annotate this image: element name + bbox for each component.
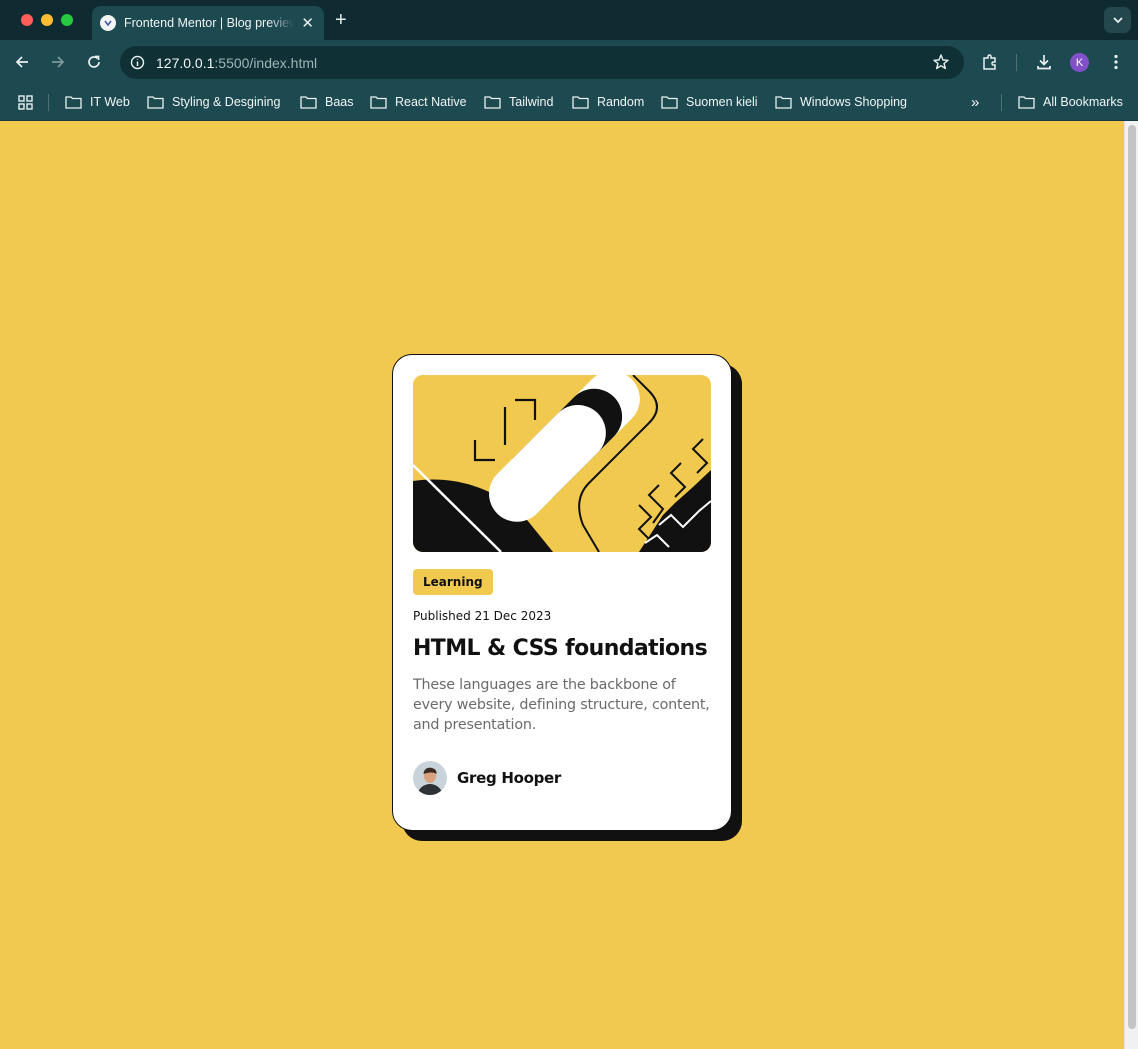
browser-toolbar: 127.0.0.1:5500/index.html K [0,40,1138,84]
bookmark-label: Suomen kieli [686,95,758,109]
folder-icon [484,96,501,109]
bookmarks-overflow-button[interactable]: » [971,92,979,112]
author-row: Greg Hooper [413,761,711,795]
back-button[interactable] [10,50,34,74]
bookmark-label: Random [597,95,645,109]
url-path: :5500/index.html [214,54,318,71]
bookmark-folder-it-web[interactable]: IT Web [65,92,130,112]
page-scrollbar[interactable] [1124,121,1138,1049]
chevron-down-icon [1112,17,1123,24]
bookmark-folder-suomen-kieli[interactable]: Suomen kieli [661,92,758,112]
more-vertical-icon [1114,54,1118,70]
bookmark-folder-random[interactable]: Random [572,92,644,112]
all-bookmarks-button[interactable]: All Bookmarks [1018,92,1123,112]
tab-title: Frontend Mentor | Blog preview card [124,16,294,30]
new-tab-button[interactable]: + [335,9,347,31]
address-bar[interactable]: 127.0.0.1:5500/index.html [120,46,964,79]
window-minimize-button[interactable] [41,14,53,26]
bookmark-label: Windows Shopping [800,95,908,109]
extensions-button[interactable] [978,50,1002,74]
folder-icon [147,96,164,109]
tab-strip: Frontend Mentor | Blog preview card ✕ + [0,0,1138,40]
bookmark-star-icon[interactable] [932,53,950,76]
folder-icon [65,96,82,109]
site-info-icon[interactable] [130,55,145,70]
author-avatar [413,761,447,795]
abstract-illustration-image [413,375,711,552]
bookmark-folder-styling[interactable]: Styling & Desgining [147,92,280,112]
scrollbar-thumb[interactable] [1128,125,1136,1029]
active-tab[interactable]: Frontend Mentor | Blog preview card ✕ [92,6,324,40]
frontend-mentor-favicon-icon [100,15,116,31]
arrow-left-icon [15,56,28,68]
window-close-button[interactable] [21,14,33,26]
download-icon [1037,55,1051,70]
tab-search-button[interactable] [1104,7,1131,33]
card-title[interactable]: HTML & CSS foundations [413,636,711,661]
profile-avatar[interactable]: K [1070,53,1089,72]
bookmark-folder-react-native[interactable]: React Native [370,92,467,112]
reload-icon [88,55,100,68]
folder-icon [300,96,317,109]
published-date: Published 21 Dec 2023 [413,609,552,623]
bookmark-label: IT Web [90,95,130,109]
apps-grid-icon [18,94,33,110]
window-maximize-button[interactable] [61,14,73,26]
arrow-right-icon [52,56,65,68]
bookmark-label: React Native [395,95,467,109]
bookmark-folder-baas[interactable]: Baas [300,92,354,112]
all-bookmarks-label: All Bookmarks [1043,95,1123,109]
bookmark-label: Styling & Desgining [172,95,281,109]
category-tag: Learning [413,569,493,595]
toolbar-divider [1016,54,1017,71]
folder-icon [572,96,589,109]
tab-close-icon[interactable]: ✕ [301,16,314,31]
reload-button[interactable] [82,50,106,74]
bookmark-folder-tailwind[interactable]: Tailwind [484,92,553,112]
folder-icon [1018,96,1035,109]
blog-preview-card: Learning Published 21 Dec 2023 HTML & CS… [392,354,732,831]
puzzle-icon [983,54,996,70]
page-viewport: Learning Published 21 Dec 2023 HTML & CS… [0,121,1138,1049]
bookmarks-divider [1001,94,1002,111]
downloads-button[interactable] [1032,50,1056,74]
card-illustration [413,375,711,552]
browser-menu-button[interactable] [1104,50,1128,74]
folder-icon [775,96,792,109]
url-host: 127.0.0.1 [156,54,215,71]
bookmark-label: Baas [325,95,354,109]
folder-icon [661,96,678,109]
bookmark-folder-windows-shopping[interactable]: Windows Shopping [775,92,907,112]
forward-button[interactable] [46,50,70,74]
bookmark-label: Tailwind [509,95,554,109]
author-name: Greg Hooper [457,769,562,787]
apps-button[interactable] [18,92,41,112]
folder-icon [370,96,387,109]
card-excerpt: These languages are the backbone of ever… [413,677,710,733]
bookmarks-divider [48,94,49,111]
bookmarks-bar: IT Web Styling & Desgining Baas React Na… [0,84,1138,121]
